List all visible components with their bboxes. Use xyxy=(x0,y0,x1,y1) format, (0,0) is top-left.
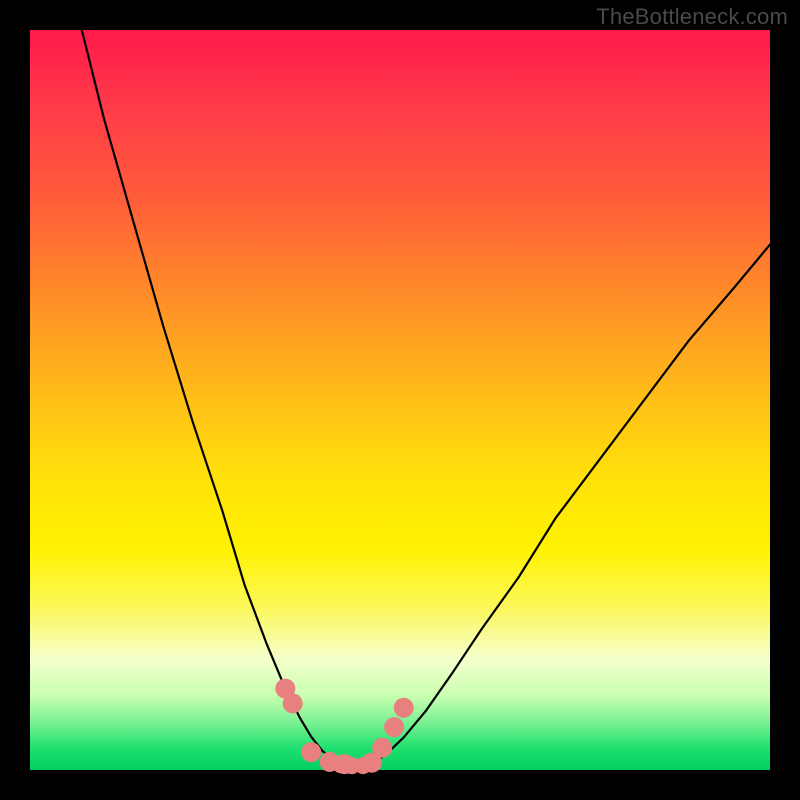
curve-marker xyxy=(283,693,303,713)
marker-group xyxy=(275,679,413,775)
curve-marker xyxy=(384,717,404,737)
watermark-text: TheBottleneck.com xyxy=(596,4,788,30)
curve-marker xyxy=(372,738,392,758)
chart-frame: TheBottleneck.com xyxy=(0,0,800,800)
curve-marker xyxy=(301,742,321,762)
curve-marker xyxy=(363,756,380,773)
curve-overlay xyxy=(30,30,770,770)
right-curve xyxy=(370,245,770,765)
curve-marker xyxy=(394,698,414,718)
left-curve xyxy=(82,30,345,764)
